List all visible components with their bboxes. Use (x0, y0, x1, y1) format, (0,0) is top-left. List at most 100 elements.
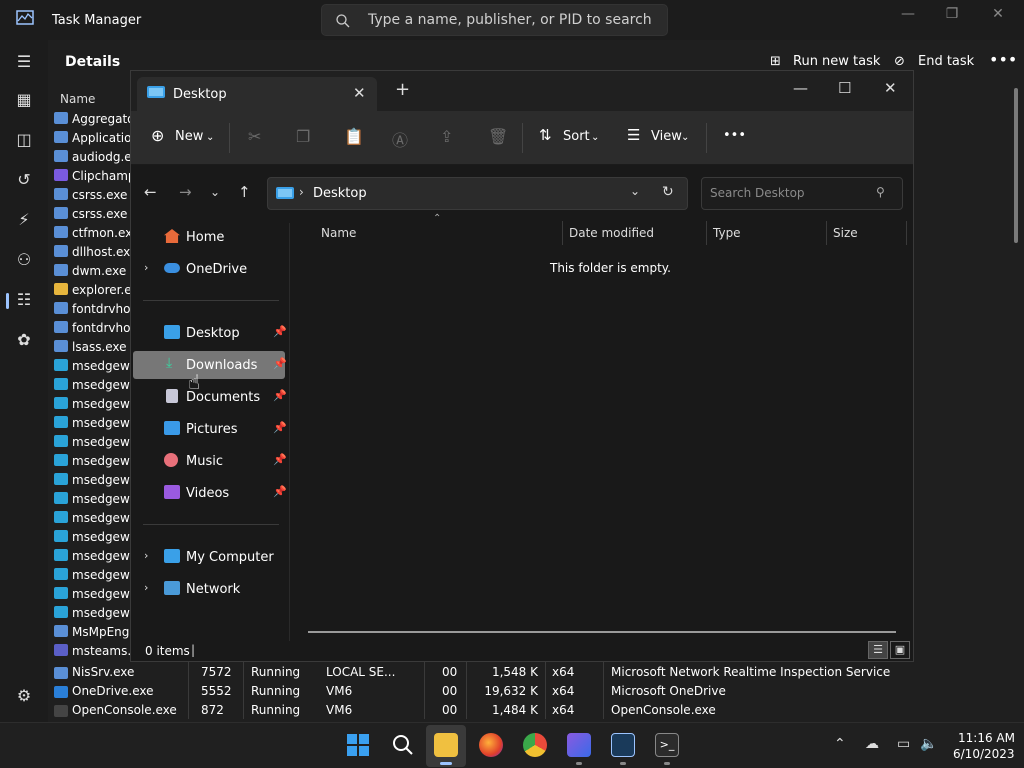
expand-chevron-icon[interactable]: › (144, 261, 148, 274)
process-row[interactable]: explorer.exe (54, 283, 130, 302)
end-task-icon[interactable]: ⊘ (894, 54, 905, 69)
volume-icon[interactable]: 🔈 (920, 736, 937, 752)
process-row[interactable]: msedgewe (54, 549, 130, 568)
recent-locations-button[interactable]: ⌄ (210, 185, 220, 199)
nav-item-documents[interactable]: Documents 📌 (133, 383, 287, 411)
end-task-button[interactable]: End task (918, 54, 974, 69)
search-input[interactable]: Search Desktop ⚲ (701, 177, 903, 210)
onedrive-tray-icon[interactable]: ☁ (865, 736, 879, 752)
process-row[interactable]: msedgewe (54, 359, 130, 378)
expand-chevron-icon[interactable]: › (144, 549, 148, 562)
close-button[interactable]: ✕ (978, 6, 1018, 26)
horizontal-scrollbar[interactable] (308, 631, 896, 633)
nav-item-music[interactable]: Music 📌 (133, 447, 287, 475)
more-options-button[interactable]: ••• (989, 50, 1017, 69)
column-header-name[interactable]: Name (60, 92, 95, 106)
process-row[interactable]: csrss.exe (54, 207, 130, 226)
performance-icon[interactable]: ◫ (14, 130, 34, 150)
share-icon[interactable]: ⇪ (440, 127, 453, 146)
column-divider[interactable] (826, 221, 827, 245)
column-divider[interactable] (706, 221, 707, 245)
process-row[interactable]: Application (54, 131, 130, 150)
process-row[interactable]: Clipchamp (54, 169, 130, 188)
process-row[interactable]: csrss.exe (54, 188, 130, 207)
process-row[interactable]: dwm.exe (54, 264, 130, 283)
address-bar[interactable]: › Desktop ⌄ ↻ (267, 177, 688, 210)
settings-gear-icon[interactable]: ⚙ (14, 686, 34, 706)
process-row[interactable]: msedgewe (54, 454, 130, 473)
large-icons-view-button[interactable]: ▣ (890, 641, 910, 659)
up-button[interactable]: ↑ (238, 183, 251, 201)
process-row[interactable]: audiodg.exe (54, 150, 130, 169)
process-row[interactable]: msteams.e (54, 644, 130, 663)
sort-button[interactable]: Sort (563, 129, 590, 144)
process-row[interactable]: ctfmon.exe (54, 226, 130, 245)
cut-icon[interactable]: ✂ (248, 127, 261, 146)
column-divider[interactable] (562, 221, 563, 245)
expand-chevron-icon[interactable]: › (144, 581, 148, 594)
copy-icon[interactable]: ❐ (296, 127, 310, 146)
minimize-button[interactable]: — (888, 6, 928, 26)
process-row[interactable]: msedgewe (54, 378, 130, 397)
explorer-close-button[interactable]: ✕ (884, 79, 897, 97)
address-dropdown-icon[interactable]: ⌄ (630, 184, 640, 198)
paste-icon[interactable]: 📋 (344, 127, 364, 146)
process-row[interactable]: NisSrv.exe 7572 Running LOCAL SE... 00 1,548 … (54, 665, 1014, 684)
process-row[interactable]: msedgewe (54, 397, 130, 416)
details-view-button[interactable]: ☰ (868, 641, 888, 659)
firefox-icon[interactable] (479, 733, 503, 757)
refresh-icon[interactable]: ↻ (662, 184, 674, 200)
tab-close-icon[interactable]: ✕ (353, 84, 366, 102)
chrome-icon[interactable] (523, 733, 547, 757)
details-icon[interactable]: ☷ (14, 290, 34, 310)
process-row[interactable]: OpenConsole.exe 872 Running VM6 00 1,484 K x64… (54, 703, 1014, 722)
search-input[interactable]: Type a name, publisher, or PID to search (321, 4, 668, 36)
process-row[interactable]: MsMpEng. (54, 625, 130, 644)
nav-item-pictures[interactable]: Pictures 📌 (133, 415, 287, 443)
clock-time[interactable]: 11:16 AM (958, 731, 1015, 745)
nav-item-network[interactable]: › Network (133, 575, 285, 603)
process-row[interactable]: lsass.exe (54, 340, 130, 359)
process-row[interactable]: msedgewe (54, 530, 130, 549)
scrollbar[interactable] (1014, 88, 1018, 243)
column-header-type[interactable]: Type (713, 226, 741, 240)
new-button[interactable]: New (175, 129, 203, 144)
column-header-size[interactable]: Size (833, 226, 858, 240)
process-row[interactable]: msedgewe (54, 511, 130, 530)
process-row[interactable]: msedgewe (54, 568, 130, 587)
view-button[interactable]: View (651, 129, 682, 144)
new-plus-icon[interactable]: ⊕ (151, 126, 164, 145)
breadcrumb[interactable]: Desktop (313, 186, 367, 201)
search-icon[interactable] (391, 733, 415, 757)
maximize-button[interactable]: ❐ (932, 6, 972, 26)
startup-apps-icon[interactable]: ⚡ (14, 210, 34, 230)
clock-date[interactable]: 6/10/2023 (953, 747, 1015, 761)
column-header-name[interactable]: Name (321, 226, 356, 240)
nav-item-desktop[interactable]: Desktop 📌 (133, 319, 287, 347)
nav-item-home[interactable]: Home (133, 223, 285, 251)
process-row[interactable]: msedgewe (54, 473, 130, 492)
process-row[interactable]: Aggregator (54, 112, 130, 131)
process-row[interactable]: fontdrvhos (54, 321, 130, 340)
explorer-maximize-button[interactable]: ☐ (838, 79, 851, 97)
app-history-icon[interactable]: ↺ (14, 170, 34, 190)
process-row[interactable]: fontdrvhos (54, 302, 130, 321)
process-row[interactable]: OneDrive.exe 5552 Running VM6 00 19,632 K x64 M… (54, 684, 1014, 703)
view-icon[interactable]: ☰ (627, 126, 640, 144)
hamburger-menu-icon[interactable]: ☰ (14, 52, 34, 72)
forward-button[interactable]: → (179, 183, 192, 201)
nav-item-videos[interactable]: Videos 📌 (133, 479, 287, 507)
nav-pane-divider[interactable] (289, 223, 290, 641)
column-divider[interactable] (906, 221, 907, 245)
tab-desktop[interactable]: Desktop ✕ (137, 77, 377, 111)
process-row[interactable]: msedgewe (54, 587, 130, 606)
more-options-button[interactable]: ••• (723, 128, 746, 143)
task-manager-icon[interactable] (611, 733, 635, 757)
file-explorer-icon[interactable] (434, 733, 458, 757)
nav-item-onedrive[interactable]: › OneDrive (133, 255, 285, 283)
services-icon[interactable]: ✿ (14, 330, 34, 350)
new-tab-button[interactable]: + (395, 81, 410, 99)
explorer-minimize-button[interactable]: — (793, 79, 808, 97)
processes-icon[interactable]: ▦ (14, 90, 34, 110)
run-new-task-icon[interactable]: ⊞ (770, 54, 781, 69)
